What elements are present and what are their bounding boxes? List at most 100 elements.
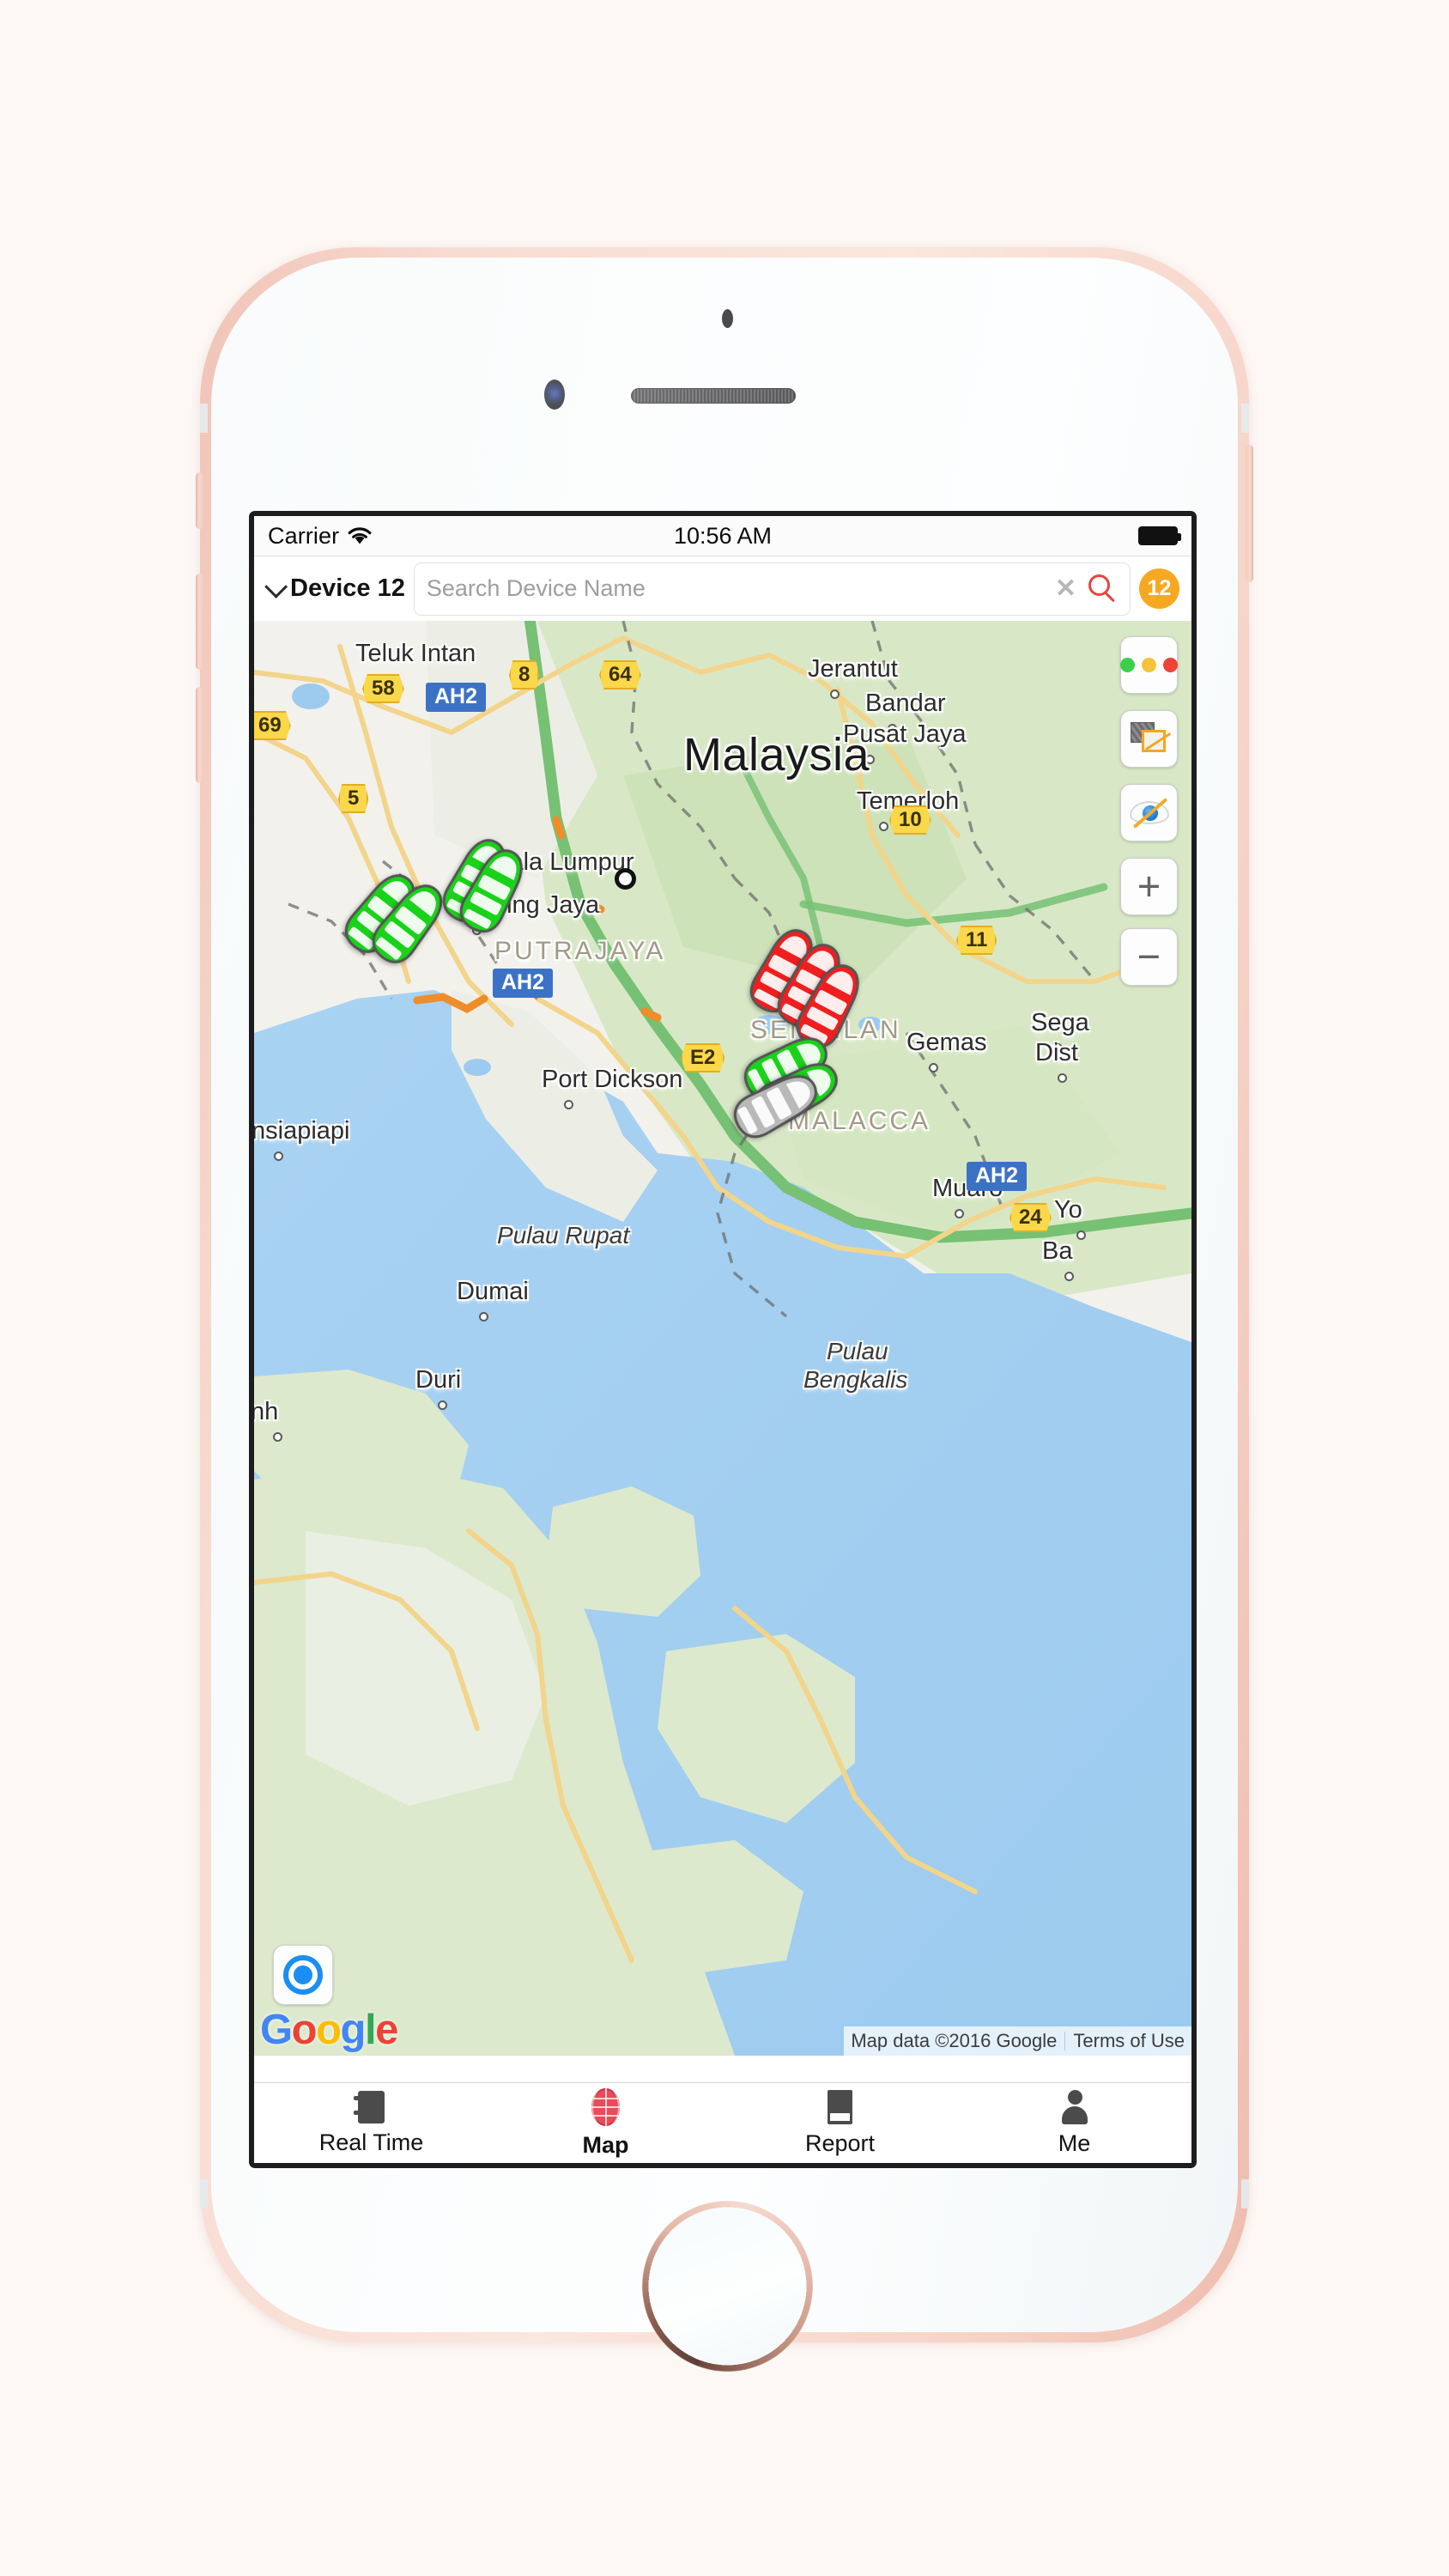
globe-icon (591, 2087, 620, 2126)
map-label-duri: Duri (415, 1366, 462, 1394)
map-label-dist: Dist (1035, 1039, 1078, 1066)
map-city-dot (273, 1432, 282, 1442)
antenna-band-left-top (200, 404, 208, 433)
person-icon (1060, 2089, 1089, 2124)
map-label-sega: Sega (1031, 1009, 1089, 1036)
map-label-jerantut: Jerantut (808, 655, 898, 683)
proximity-sensor (722, 309, 733, 328)
tab-map-label: Map (582, 2131, 629, 2158)
map-label-bandar: Bandar (865, 690, 946, 717)
antenna-band-right-bottom (1241, 2179, 1249, 2208)
volume-down-button[interactable] (196, 687, 203, 783)
map-label-pulau-rupat: Pulau Rupat (497, 1222, 630, 1249)
power-button[interactable] (1246, 445, 1253, 582)
volume-up-button[interactable] (196, 574, 203, 670)
google-logo: Google (260, 2007, 398, 2053)
tab-real-time[interactable]: Real Time (254, 2083, 488, 2163)
map-label-malaysia: Malaysia (683, 729, 870, 781)
map-city-dot (929, 1063, 938, 1072)
map-label-nsiapiapi: nsiapiapi (254, 1117, 350, 1145)
route-shield-11: 11 (956, 926, 997, 956)
traffic-status-button[interactable] (1120, 636, 1178, 694)
eye-slash-icon (1129, 797, 1169, 829)
highway-shield-AH2: AH2 (426, 683, 487, 712)
status-bar: Carrier 10:56 AM (254, 516, 1191, 556)
map-city-dot (955, 1209, 964, 1218)
tab-me-label: Me (1058, 2129, 1091, 2156)
route-shield-8: 8 (509, 660, 540, 690)
earpiece-speaker (631, 388, 796, 404)
search-icon[interactable] (1088, 574, 1118, 604)
search-bar[interactable]: ✕ (413, 562, 1131, 616)
map-attribution: Map data ©2016 Google Terms of Use (844, 2026, 1191, 2056)
chevron-down-icon (264, 574, 288, 598)
bottom-tab-bar: Real Time Map Report Me (254, 2082, 1191, 2163)
my-location-button[interactable] (273, 1945, 333, 2005)
map-city-dot (274, 1151, 283, 1161)
zoom-in-button[interactable]: + (1120, 858, 1178, 915)
route-shield-58: 58 (362, 674, 404, 704)
screenshot-canvas: Carrier 10:56 AM Device 12 ✕ (0, 0, 1449, 2576)
real-time-icon (354, 2090, 385, 2123)
front-camera (544, 380, 565, 410)
minus-icon: − (1137, 933, 1161, 980)
route-shield-E2: E2 (681, 1043, 725, 1073)
terms-of-use-link[interactable]: Terms of Use (1073, 2030, 1185, 2052)
map-view[interactable]: Teluk Intan Jerantut Bandar Pusat Jaya Malay… (254, 621, 1191, 2056)
report-icon (828, 2089, 852, 2124)
battery-icon (1138, 526, 1181, 545)
route-shield-5: 5 (338, 784, 369, 814)
hide-markers-button[interactable] (1120, 784, 1178, 841)
screen-bezel: Carrier 10:56 AM Device 12 ✕ (249, 511, 1197, 2168)
mute-switch[interactable] (196, 472, 203, 529)
map-layers-icon (1130, 721, 1168, 756)
device-count-badge[interactable]: 12 (1139, 568, 1179, 609)
home-button-ring (642, 2201, 813, 2372)
clear-x-icon[interactable]: ✕ (1050, 575, 1082, 602)
map-label-teluk-intan: Teluk Intan (355, 640, 476, 667)
tab-real-time-label: Real Time (318, 2129, 424, 2155)
map-city-dot (479, 1312, 488, 1321)
device-selector-label: Device 12 (290, 574, 405, 602)
route-shield-24: 24 (1009, 1203, 1052, 1233)
route-shield-64: 64 (599, 660, 641, 690)
antenna-band-left-bottom (200, 2179, 208, 2208)
map-tiles (254, 621, 1191, 2056)
map-label-ba: Ba (1042, 1237, 1073, 1265)
antenna-band-right-top (1241, 404, 1249, 433)
my-location-icon (283, 1955, 323, 1995)
map-center-dot (615, 868, 636, 890)
tab-report[interactable]: Report (723, 2083, 957, 2163)
clock-label: 10:56 AM (673, 522, 773, 549)
tab-me[interactable]: Me (957, 2083, 1191, 2163)
map-label-putrajaya: PUTRAJAYA (494, 937, 666, 965)
map-label-gemas: Gemas (906, 1029, 987, 1056)
map-label-dumai: Dumai (457, 1278, 529, 1305)
map-label-yo: Yo (1054, 1196, 1082, 1224)
app-screen: Carrier 10:56 AM Device 12 ✕ (254, 516, 1191, 2163)
tab-report-label: Report (804, 2129, 876, 2156)
map-label-bengkalis: Bengkalis (803, 1366, 908, 1393)
map-city-dot (1058, 1073, 1067, 1083)
route-shield-10: 10 (889, 805, 931, 835)
map-label-pulau: Pulau (827, 1338, 888, 1364)
map-city-dot (879, 822, 888, 831)
map-city-dot (830, 690, 840, 699)
device-selector[interactable]: Device 12 (264, 574, 405, 603)
tab-map[interactable]: Map (488, 2083, 723, 2163)
highway-shield-AH2: AH2 (493, 969, 554, 998)
map-type-button[interactable] (1120, 710, 1178, 768)
map-label-nh: nh (254, 1398, 279, 1425)
map-data-text: Map data ©2016 Google (851, 2030, 1058, 2051)
map-city-dot (1064, 1272, 1074, 1281)
map-city-dot (438, 1400, 447, 1410)
traffic-dots-icon (1120, 658, 1178, 672)
highway-shield-AH2: AH2 (967, 1162, 1028, 1191)
zoom-out-button[interactable]: − (1120, 928, 1178, 986)
map-label-port-dickson: Port Dickson (542, 1066, 683, 1093)
plus-icon: + (1137, 863, 1161, 909)
map-city-dot (1076, 1230, 1086, 1240)
app-header: Device 12 ✕ 12 (254, 556, 1191, 621)
search-input[interactable] (426, 575, 1043, 602)
route-shield-69: 69 (254, 711, 291, 741)
